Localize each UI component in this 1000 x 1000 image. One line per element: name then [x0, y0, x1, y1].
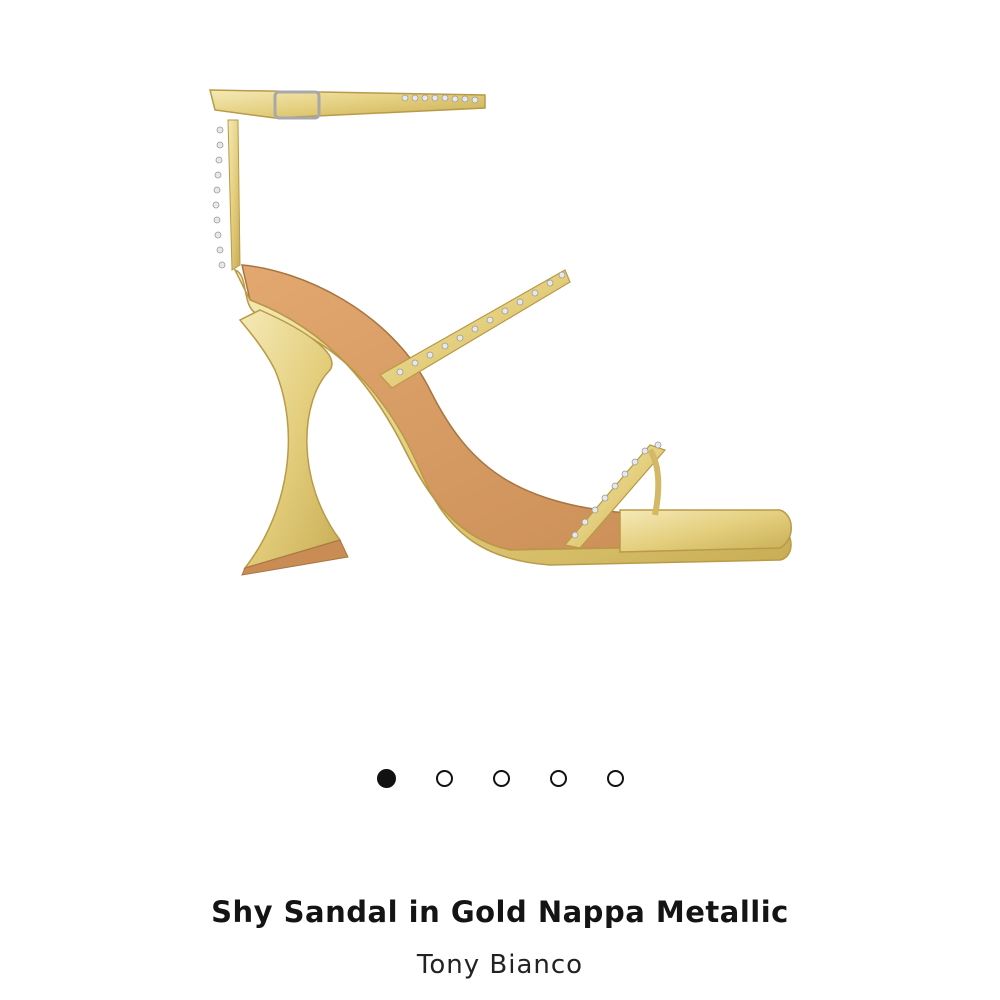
carousel-dot-3[interactable] [492, 770, 510, 787]
product-image[interactable] [180, 70, 820, 600]
carousel-dot-4[interactable] [549, 770, 567, 787]
carousel-pagination [0, 769, 1000, 788]
carousel-dot-5[interactable] [606, 770, 624, 787]
product-brand[interactable]: Tony Bianco [0, 950, 1000, 980]
product-title: Shy Sandal in Gold Nappa Metallic [211, 895, 789, 929]
gold-sandal-image [209, 89, 792, 576]
carousel-dot-2[interactable] [435, 770, 453, 787]
carousel-dot-1[interactable] [376, 769, 396, 788]
